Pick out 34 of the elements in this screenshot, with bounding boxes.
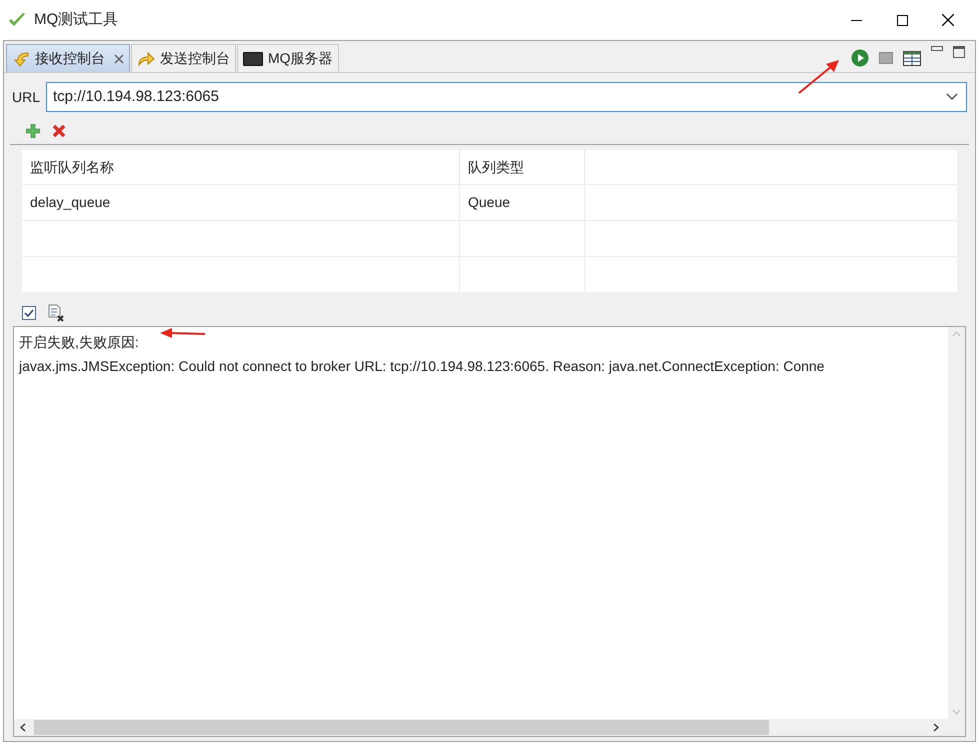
tab[interactable]: MQ服务器: [237, 44, 339, 72]
tab-label: 接收控制台: [35, 49, 105, 68]
tab-label: MQ服务器: [268, 49, 333, 68]
close-icon[interactable]: [114, 54, 124, 64]
annotation-arrow: [160, 327, 206, 339]
log-line: javax.jms.JMSException: Could not connect to broker URL: tcp://10.194.98.123:6065. Reason: java.net.ConnectException: Conne: [19, 357, 824, 376]
url-field[interactable]: tcp://10.194.98.123:6065: [46, 82, 967, 112]
tab[interactable]: 发送控制台: [131, 44, 236, 72]
table-cell: Queue: [460, 185, 585, 220]
tab-label: 发送控制台: [160, 49, 230, 68]
tab[interactable]: 接收控制台: [6, 44, 130, 72]
window-title: MQ测试工具: [34, 10, 118, 30]
checkbox-icon[interactable]: [22, 306, 36, 320]
chevron-left-icon[interactable]: [20, 723, 26, 732]
table-cell: delay_queue: [22, 185, 460, 220]
minimize-icon[interactable]: [931, 46, 943, 51]
column-header: 队列类型: [460, 150, 585, 184]
close-icon: [942, 14, 954, 26]
chevron-right-icon[interactable]: [933, 723, 939, 732]
maximize-icon[interactable]: [953, 46, 965, 58]
log-line: 开启失败,失败原因:: [19, 333, 139, 352]
monitor-icon: [243, 52, 263, 66]
play-icon[interactable]: [851, 49, 869, 67]
annotation-arrow: [798, 58, 840, 94]
checkmark-icon: [8, 12, 26, 28]
clear-document-icon[interactable]: [48, 304, 64, 322]
chevron-down-icon: [946, 93, 958, 101]
curved-arrow-icon: [12, 50, 30, 66]
plus-icon[interactable]: [26, 124, 40, 138]
column-header: 监听队列名称: [22, 150, 460, 184]
curved-arrow-icon: [137, 50, 155, 66]
delete-icon[interactable]: [52, 124, 66, 138]
url-label: URL: [12, 88, 40, 106]
table-icon[interactable]: [903, 50, 921, 66]
